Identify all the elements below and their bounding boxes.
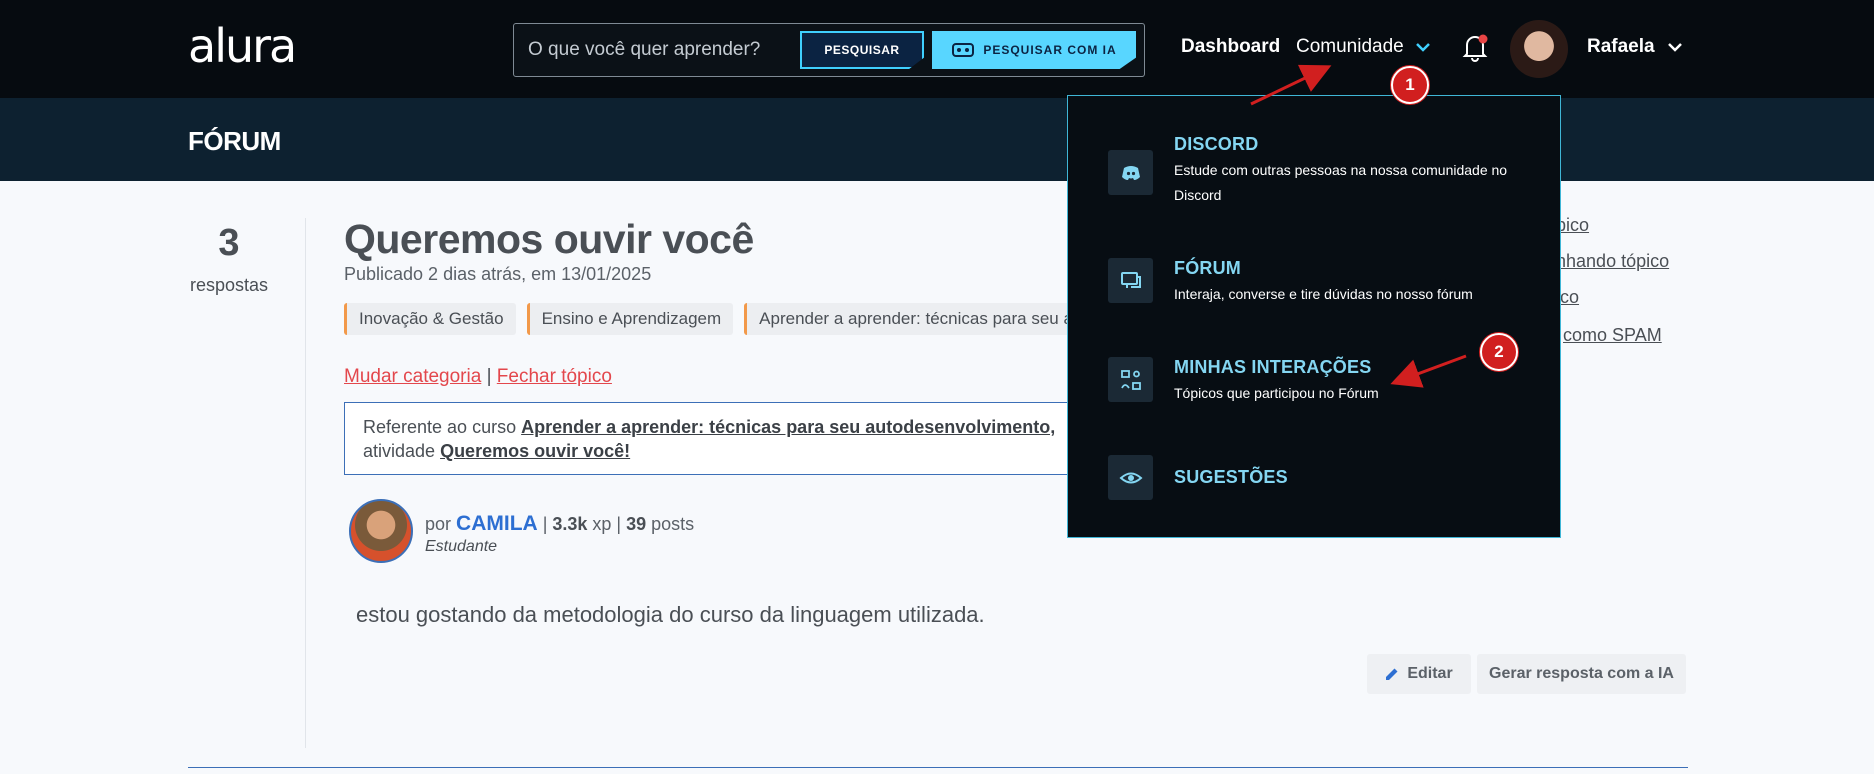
dropdown-item-title: SUGESTÕES (1174, 467, 1288, 487)
search-bar: PESQUISAR PESQUISAR COM IA (513, 23, 1145, 77)
eye-icon (1108, 455, 1153, 500)
side-action-link[interactable]: como SPAM (1563, 325, 1662, 346)
course-link[interactable]: Aprender a aprender: técnicas para seu a… (521, 417, 1055, 437)
tag[interactable]: Ensino e Aprendizagem (526, 303, 734, 335)
author-posts: 39 (626, 514, 647, 534)
post-body: estou gostando da metodologia do curso d… (356, 602, 985, 627)
author-info: por CAMILA | 3.3k xp | 39 posts (425, 512, 694, 536)
replies-label: respostas (189, 275, 269, 295)
dropdown-item-discord[interactable]: DISCORD Estude com outras pessoas na nos… (1108, 134, 1538, 214)
topic-actions: Mudar categoria | Fechar tópico (344, 366, 612, 388)
community-dropdown-menu: DISCORD Estude com outras pessoas na nos… (1067, 95, 1561, 538)
nav-dashboard[interactable]: Dashboard (1181, 36, 1280, 58)
published-date: Publicado 2 dias atrás, em 13/01/2025 (344, 264, 652, 284)
author-avatar[interactable] (349, 499, 413, 563)
dropdown-item-desc: Interaja, converse e tire dúvidas no nos… (1174, 286, 1473, 302)
ai-robot-icon (952, 43, 975, 57)
dropdown-item-title: MINHAS INTERAÇÕES (1174, 357, 1372, 377)
alura-logo[interactable]: alura (188, 18, 297, 74)
author-posts-unit: posts (646, 514, 695, 534)
ai-reply-button-label: Gerar resposta com a IA (1489, 665, 1674, 682)
edit-button-label: Editar (1407, 665, 1453, 682)
dropdown-item-minhas-interacoes[interactable]: MINHAS INTERAÇÕES Tópicos que participou… (1108, 357, 1538, 417)
search-input[interactable] (528, 36, 798, 64)
nav-comunidade[interactable]: Comunidade (1296, 36, 1404, 58)
course-prefix: Referente ao curso (363, 417, 522, 437)
chevron-down-icon[interactable] (1666, 38, 1684, 56)
author-prefix: por (425, 514, 457, 534)
top-navbar: alura PESQUISAR PESQUISAR COM IA Dashboa… (0, 0, 1874, 98)
close-topic-link[interactable]: Fechar tópico (497, 366, 612, 387)
topic-title: Queremos ouvir você (344, 216, 754, 262)
forum-chat-icon (1108, 258, 1153, 303)
forum-header-band (0, 98, 1874, 181)
tag[interactable]: Inovação & Gestão (344, 303, 516, 335)
dropdown-item-forum[interactable]: FÓRUM Interaja, converse e tire dúvidas … (1108, 258, 1538, 318)
discord-icon (1108, 150, 1153, 195)
search-ai-button[interactable]: PESQUISAR COM IA (932, 31, 1136, 69)
edit-button[interactable]: Editar (1367, 654, 1471, 694)
tag[interactable]: Aprender a aprender: técnicas para seu a… (744, 303, 1095, 335)
author-name[interactable]: CAMILA (456, 512, 538, 535)
author-xp-unit: xp | (587, 514, 627, 534)
interactions-icon (1108, 357, 1153, 402)
author-xp: 3.3k (552, 514, 588, 534)
user-name[interactable]: Rafaela (1587, 36, 1655, 58)
activity-link[interactable]: Queremos ouvir você! (440, 441, 630, 461)
author-sep: | (537, 514, 553, 534)
dropdown-item-title: FÓRUM (1174, 258, 1241, 278)
annotation-marker-1: 1 (1391, 66, 1429, 104)
author-role: Estudante (425, 538, 498, 555)
activity-prefix: atividade (363, 441, 441, 461)
annotation-marker-2: 2 (1480, 333, 1518, 371)
user-avatar[interactable] (1510, 20, 1568, 78)
pencil-icon (1386, 668, 1398, 680)
separator: | (486, 366, 492, 387)
divider (305, 218, 306, 748)
change-category-link[interactable]: Mudar categoria (344, 366, 481, 387)
chevron-down-icon[interactable] (1414, 38, 1432, 56)
replies-count: 3 (218, 222, 240, 264)
forum-title: FÓRUM (188, 126, 281, 156)
search-ai-button-label: PESQUISAR COM IA (983, 43, 1117, 57)
search-button-label: PESQUISAR (824, 43, 900, 57)
side-action-link[interactable]: anhando tópico (1546, 251, 1669, 272)
dropdown-item-sugestoes[interactable]: SUGESTÕES (1108, 455, 1538, 500)
search-button[interactable]: PESQUISAR (800, 31, 924, 69)
notification-bell-icon[interactable] (1458, 30, 1492, 64)
topic-tags: Inovação & Gestão Ensino e Aprendizagem … (344, 303, 1095, 335)
divider (188, 767, 1688, 768)
dropdown-item-desc: Tópicos que participou no Fórum (1174, 385, 1379, 401)
dropdown-item-title: DISCORD (1174, 134, 1259, 154)
course-reference: Referente ao curso Aprender a aprender: … (344, 402, 1084, 475)
dropdown-item-desc: Estude com outras pessoas na nossa comun… (1174, 162, 1508, 203)
ai-reply-button[interactable]: Gerar resposta com a IA (1477, 654, 1686, 694)
